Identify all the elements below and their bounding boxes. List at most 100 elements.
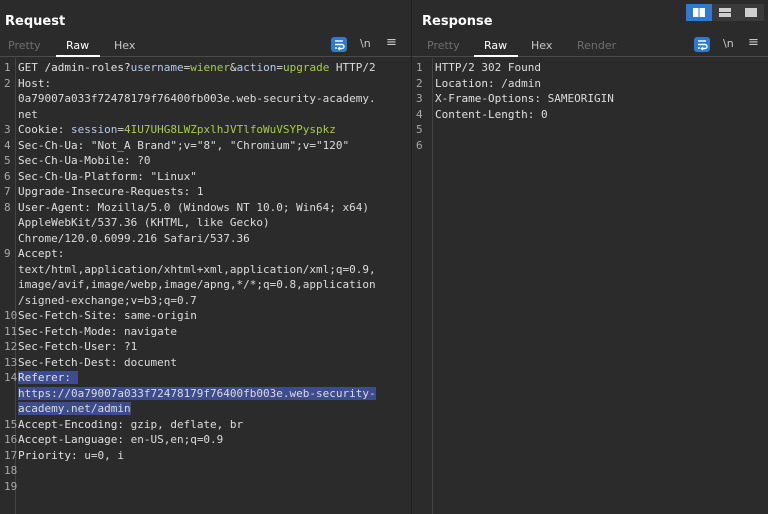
- line-text: Sec-Fetch-Dest: document: [18, 355, 177, 371]
- response-editor[interactable]: 1 HTTP/2 302 Found 2 Location: /admin 3 X-Fra…: [412, 58, 768, 514]
- code-line[interactable]: 1 HTTP/2 302 Found: [412, 60, 768, 76]
- token: net: [18, 107, 38, 121]
- token: : /admin: [487, 76, 541, 90]
- line-text: Content-Length: 0: [435, 107, 548, 123]
- response-title: Response: [422, 14, 493, 29]
- request-editor[interactable]: 1 GET /admin-roles?username = wiener&action…: [0, 58, 411, 514]
- token: academy.net/admin: [18, 402, 131, 415]
- request-tab-hex[interactable]: Hex: [114, 39, 135, 52]
- menu-icon[interactable]: ≡: [386, 35, 397, 50]
- code-line[interactable]: 8 User-Agent: Mozilla/5.0 (Windows NT 10.…: [0, 200, 411, 216]
- line-text: AppleWebKit/537.36 (KHTML, like Gecko): [18, 215, 270, 231]
- line-text: https://0a79007a033f72478179f76400fb003e…: [18, 386, 376, 402]
- line-text: User-Agent: Mozilla/5.0 (Windows NT 10.0…: [18, 200, 369, 216]
- code-line[interactable]: image/avif,image/webp,image/apng,*/*;q=0…: [0, 277, 411, 293]
- token: Sec-Fetch-User: [18, 340, 111, 353]
- token: Upgrade-Insecure-Requests: [18, 185, 184, 198]
- code-line[interactable]: 14 Referer:: [0, 370, 411, 386]
- code-line[interactable]: 5 Sec-Ch-Ua-Mobile: ?0: [0, 153, 411, 169]
- newline-toggle-icon[interactable]: \n: [360, 37, 371, 50]
- line-number: 1: [416, 61, 423, 74]
- token: action: [236, 61, 277, 74]
- code-line[interactable]: 4 Sec-Ch-Ua: "Not_A Brand";v="8", "Chromi…: [0, 138, 411, 154]
- code-line[interactable]: 18: [0, 463, 411, 479]
- token: username: [130, 61, 184, 74]
- code-line[interactable]: 11 Sec-Fetch-Mode: navigate: [0, 324, 411, 340]
- code-line[interactable]: 13 Sec-Fetch-Dest: document: [0, 355, 411, 371]
- request-tab-raw[interactable]: Raw: [66, 39, 89, 52]
- code-line[interactable]: 15 Accept-Encoding: gzip, deflate, br: [0, 417, 411, 433]
- code-line[interactable]: 1 GET /admin-roles?username = wiener&action…: [0, 60, 411, 76]
- token: Referer: [18, 371, 65, 384]
- code-line[interactable]: 6 Sec-Ch-Ua-Platform: "Linux": [0, 169, 411, 185]
- code-line[interactable]: text/html,application/xhtml+xml,applicat…: [0, 262, 411, 278]
- token: session: [71, 123, 118, 136]
- line-number: 4: [416, 107, 423, 121]
- code-line[interactable]: 10 Sec-Fetch-Site: same-origin: [0, 308, 411, 324]
- menu-icon[interactable]: ≡: [748, 35, 759, 50]
- token: : u=0, i: [70, 448, 124, 462]
- token: Host: [18, 76, 45, 90]
- code-line[interactable]: 17 Priority: u=0, i: [0, 448, 411, 464]
- line-text: GET /admin-roles?username=wiener&action=…: [18, 60, 376, 76]
- request-tab-pretty[interactable]: Pretty: [8, 39, 41, 52]
- code-line[interactable]: 12 Sec-Fetch-User: ?1: [0, 339, 411, 355]
- code-line[interactable]: 16 Accept-Language: en-US,en;q=0.9: [0, 432, 411, 448]
- newline-toggle-icon[interactable]: \n: [723, 37, 734, 50]
- response-tab-raw[interactable]: Raw: [484, 39, 507, 52]
- split-rows-icon[interactable]: [712, 4, 738, 21]
- token: =: [117, 123, 124, 136]
- token: Sec-Ch-Ua-Platform: [18, 169, 138, 183]
- token: :: [64, 371, 78, 384]
- token: : same-origin: [110, 309, 197, 322]
- code-line[interactable]: 7 Upgrade-Insecure-Requests: 1: [0, 184, 411, 200]
- token: Sec-Fetch-Mode: [18, 324, 111, 338]
- token: : SAMEORIGIN: [534, 92, 614, 105]
- wrap-lines-icon[interactable]: [694, 37, 710, 52]
- code-line[interactable]: 19: [0, 479, 411, 495]
- line-text: Sec-Fetch-Site: same-origin: [18, 308, 197, 324]
- line-text: Referer:: [18, 370, 78, 386]
- code-line[interactable]: 3 X-Frame-Options: SAMEORIGIN: [412, 91, 768, 107]
- line-text: HTTP/2 302 Found: [435, 60, 541, 76]
- line-number: 9: [4, 247, 11, 260]
- token: Sec-Fetch-Dest: [18, 355, 111, 369]
- token: Accept: [18, 247, 58, 260]
- code-line[interactable]: 3 Cookie: session=4IU7UHG8LWZpxlhJVTlfoWu…: [0, 122, 411, 138]
- response-tab-pretty[interactable]: Pretty: [427, 39, 460, 52]
- code-line[interactable]: 0a79007a033f72478179f76400fb003e.web-sec…: [0, 91, 411, 107]
- single-pane-icon[interactable]: [738, 4, 764, 21]
- line-text: image/avif,image/webp,image/apng,*/*;q=0…: [18, 277, 376, 293]
- code-line[interactable]: 2 Location: /admin: [412, 76, 768, 92]
- code-line[interactable]: 2 Host:: [0, 76, 411, 92]
- line-number: 14: [4, 371, 18, 384]
- line-number: 5: [416, 123, 423, 136]
- response-tab-hex[interactable]: Hex: [531, 39, 552, 52]
- token: : en-US,en;q=0.9: [117, 433, 224, 446]
- code-line[interactable]: net: [0, 107, 411, 123]
- code-line[interactable]: AppleWebKit/537.36 (KHTML, like Gecko): [0, 215, 411, 231]
- code-line[interactable]: 5: [412, 122, 768, 138]
- line-number: 4: [4, 138, 11, 152]
- token: 4IU7UHG8LWZpxlhJVTlfoWuVSYPyspkz: [123, 123, 336, 136]
- code-line[interactable]: 9 Accept:: [0, 246, 411, 262]
- token: Content-Length: [435, 107, 528, 121]
- line-text: Upgrade-Insecure-Requests: 1: [18, 184, 203, 200]
- code-line[interactable]: academy.net/admin: [0, 401, 411, 417]
- line-text: Sec-Ch-Ua-Mobile: ?0: [18, 153, 150, 169]
- token: upgrade: [282, 61, 330, 74]
- token: : ?1: [110, 340, 138, 353]
- response-tab-render[interactable]: Render: [577, 39, 616, 52]
- code-line[interactable]: https://0a79007a033f72478179f76400fb003e…: [0, 386, 411, 402]
- token: Priority: [18, 448, 71, 462]
- token: =: [276, 61, 283, 74]
- code-line[interactable]: 4 Content-Length: 0: [412, 107, 768, 123]
- layout-toggle-group: [686, 4, 764, 21]
- code-line[interactable]: 6: [412, 138, 768, 154]
- code-line[interactable]: Chrome/120.0.6099.216 Safari/537.36: [0, 231, 411, 247]
- split-columns-icon[interactable]: [686, 4, 712, 21]
- code-line[interactable]: /signed-exchange;v=b3;q=0.7: [0, 293, 411, 309]
- wrap-lines-icon[interactable]: [331, 37, 347, 52]
- line-text: Location: /admin: [435, 76, 541, 92]
- token: Location: [435, 76, 488, 90]
